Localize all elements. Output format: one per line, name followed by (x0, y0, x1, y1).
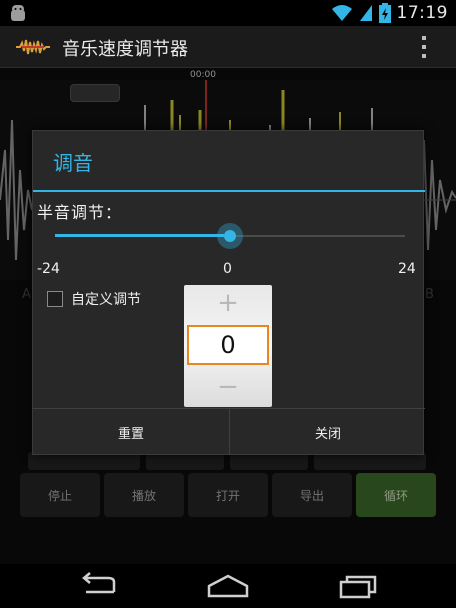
dialog-title: 调音 (53, 151, 93, 175)
custom-adjust-checkbox[interactable] (47, 291, 63, 307)
overflow-menu-icon[interactable] (422, 36, 428, 58)
picker-value-field[interactable]: 0 (187, 325, 269, 365)
slider-max-label: 24 (398, 261, 416, 277)
recent-apps-icon[interactable] (333, 572, 383, 600)
home-icon[interactable] (203, 572, 253, 600)
title-divider (33, 190, 425, 192)
decrement-button[interactable]: − (184, 369, 272, 405)
slider-value-label: 0 (223, 261, 232, 277)
close-button[interactable]: 关闭 (230, 409, 426, 455)
slider-track-fill (55, 234, 230, 237)
wifi-icon (331, 5, 352, 21)
reset-button[interactable]: 重置 (33, 409, 229, 455)
action-bar: 音乐速度调节器 (0, 26, 456, 68)
pitch-dialog: 调音 半音调节： -24 0 24 自定义调节 + 0 − 重置 关闭 (32, 130, 426, 455)
signal-icon (359, 5, 372, 21)
android-icon (11, 5, 25, 21)
slider-thumb[interactable] (217, 223, 243, 249)
status-bar: 17:19 (0, 0, 456, 26)
battery-icon (378, 3, 391, 23)
clock: 17:19 (396, 3, 448, 23)
equalizer-app-icon (16, 39, 50, 55)
increment-button[interactable]: + (184, 285, 272, 321)
custom-adjust-row[interactable]: 自定义调节 (47, 289, 141, 309)
navigation-bar (0, 564, 456, 608)
back-icon[interactable] (74, 572, 124, 600)
number-picker: + 0 − (184, 285, 272, 407)
semitone-label: 半音调节： (37, 203, 123, 222)
custom-adjust-label: 自定义调节 (71, 292, 141, 308)
app-title: 音乐速度调节器 (62, 39, 188, 60)
slider-min-label: -24 (37, 261, 60, 277)
semitone-slider[interactable] (55, 223, 405, 249)
